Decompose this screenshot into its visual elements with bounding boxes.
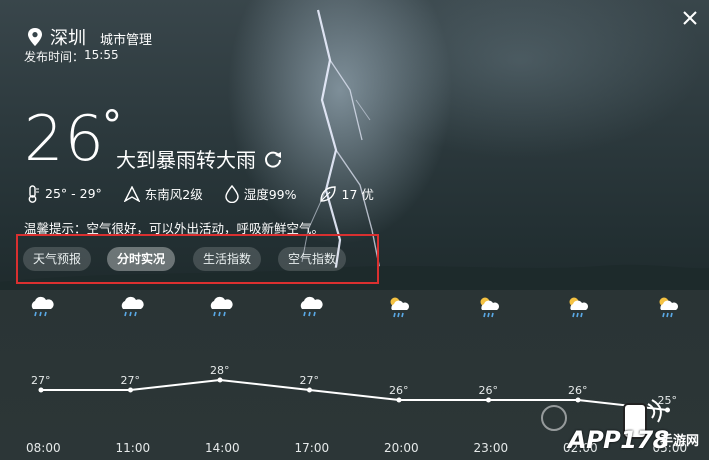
cloud-rain-icon — [31, 296, 54, 317]
location-pin-icon — [28, 28, 42, 46]
thunder-rain-icon — [480, 297, 499, 318]
tab-hourly[interactable]: 分时实况 — [107, 247, 176, 271]
thermometer-icon — [28, 184, 39, 203]
humidity: 湿度99% — [225, 184, 297, 203]
cloud-rain-icon — [210, 296, 233, 317]
tab-life-index[interactable]: 生活指数 — [193, 247, 262, 271]
weather-condition: 大到暴雨转大雨 — [116, 144, 284, 173]
temperature-point — [307, 387, 312, 393]
current-temperature: 26 — [24, 102, 105, 175]
hourly-time-label: 08:00 — [26, 441, 61, 455]
city-header: 深圳 城市管理 — [26, 24, 152, 50]
tab-forecast[interactable]: 天气预报 — [23, 247, 92, 271]
temperature-point — [38, 387, 44, 393]
leaf-icon — [319, 185, 336, 202]
hourly-temp-label: 26° — [568, 384, 588, 397]
droplet-icon — [225, 184, 239, 203]
temp-range: 25° - 29° — [26, 184, 102, 203]
temperature-point — [217, 377, 223, 383]
thunder-rain-icon — [659, 297, 678, 318]
hourly-temp-label: 28° — [210, 364, 230, 377]
condition-text: 大到暴雨转大雨 — [116, 148, 256, 172]
publish-time-value: 15:55 — [84, 48, 119, 62]
temperature-point — [128, 387, 133, 393]
wind-text: 东南风2级 — [144, 187, 203, 202]
hourly-temp-label: 27° — [299, 374, 320, 387]
hourly-temp-label: 27° — [120, 374, 141, 387]
temperature-point — [396, 397, 402, 403]
refresh-icon[interactable] — [262, 148, 284, 170]
cloud-rain-icon — [121, 296, 144, 317]
hourly-temp-label: 27° — [31, 374, 51, 387]
hourly-time-label: 14:00 — [205, 441, 240, 455]
tab-bar: 天气预报 分时实况 生活指数 空气指数 — [16, 234, 379, 284]
city-manage-button[interactable]: 城市管理 — [100, 29, 152, 48]
wind: 东南风2级 — [123, 184, 203, 203]
humidity-text: 湿度99% — [243, 187, 297, 202]
publish-label: 发布时间： — [24, 50, 85, 64]
hourly-temp-label: 26° — [389, 384, 409, 397]
hourly-temp-label: 26° — [478, 384, 499, 397]
air-quality: 17 优 — [319, 184, 374, 203]
thunder-rain-icon — [569, 297, 589, 318]
watermark-cn: 手游网 — [660, 434, 700, 449]
hourly-time-label: 23:00 — [473, 441, 509, 455]
close-icon[interactable] — [680, 8, 700, 28]
publish-time: 发布时间： 15:55 — [24, 48, 119, 65]
watermark-text: APP178 — [568, 426, 669, 454]
degree-symbol: ° — [102, 103, 122, 149]
hourly-time-label: 17:00 — [294, 441, 330, 455]
temperature-point — [486, 397, 491, 403]
thunder-rain-icon — [390, 297, 410, 318]
aqi-text: 17 优 — [341, 187, 374, 202]
cloud-rain-icon — [300, 296, 323, 317]
tab-air-index[interactable]: 空气指数 — [278, 247, 347, 271]
temp-range-text: 25° - 29° — [45, 186, 102, 201]
wind-direction-icon — [123, 185, 140, 202]
city-name: 深圳 — [50, 28, 86, 49]
weather-details: 25° - 29° 东南风2级 湿度99% 17 优 — [26, 184, 396, 203]
hourly-time-label: 11:00 — [115, 441, 151, 455]
hourly-time-label: 20:00 — [384, 441, 419, 455]
